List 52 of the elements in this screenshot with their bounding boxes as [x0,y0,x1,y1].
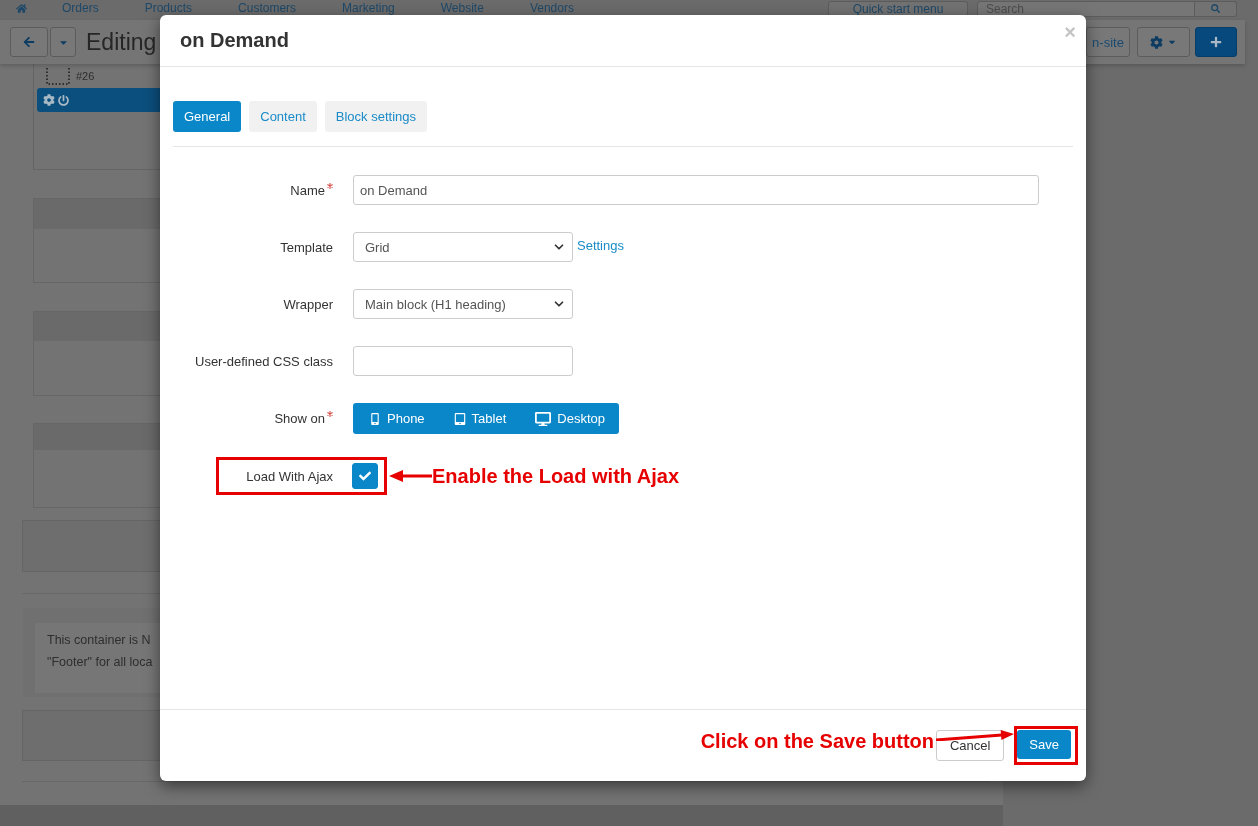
text-field[interactable]: on Demand [353,175,1039,205]
select-field[interactable]: Main block (H1 heading) [353,289,573,319]
nav-link[interactable]: Website [440,1,484,16]
page-title: Editing [86,28,157,56]
search-button[interactable] [1195,0,1237,17]
nav-link[interactable]: Products [144,1,193,16]
plus-icon [1210,36,1222,48]
home-icon[interactable] [16,3,27,14]
block-id: #26 [76,70,95,82]
save-button[interactable]: Save [1017,730,1071,759]
field-label: Show on [274,411,325,426]
settings-link[interactable]: Settings [577,238,624,253]
phone-icon [369,412,381,425]
dotted-frame-icon [46,67,70,85]
tablet-icon [453,412,466,425]
arrow-left-icon [23,36,35,48]
field-label: Wrapper [283,296,333,312]
gear-icon[interactable] [43,94,55,106]
power-icon[interactable] [58,94,69,106]
annotation-text: Click on the Save button [700,730,934,752]
dropdown-button[interactable] [50,27,76,57]
tab[interactable]: General [173,101,242,132]
dialog-title: on Demand [180,29,289,52]
back-button[interactable] [10,27,48,57]
field-label: User-defined CSS class [195,353,333,369]
field-label: Template [280,239,333,255]
tab[interactable]: Content [249,101,317,132]
field-label: Name [290,182,325,198]
search-icon [1211,4,1220,13]
nav-link[interactable]: Vendors [529,1,574,16]
text-field[interactable] [353,346,573,376]
gear-icon [1150,35,1163,49]
select-field[interactable]: Grid [353,232,573,262]
add-button[interactable] [1195,27,1237,57]
tab[interactable]: Block settings [324,101,427,132]
info-text: This container is N "Footer" for all loca [35,623,160,693]
toolbar-button[interactable]: n-site [1086,27,1130,57]
settings-dropdown-button[interactable] [1137,27,1190,57]
device-toggle[interactable]: Tablet [439,403,522,434]
quick-start-button[interactable]: Quick start menu [828,0,968,17]
checkbox[interactable] [352,463,378,489]
close-button[interactable]: × [1064,22,1076,42]
arrow-icon [389,469,432,483]
device-toggle[interactable]: Phone [353,403,440,434]
annotation-text: Enable the Load with Ajax [432,464,680,488]
field-label: Load With Ajax [246,468,333,484]
nav-link[interactable]: Orders [62,1,99,16]
desktop-icon [535,410,552,427]
check-icon [359,470,371,482]
device-toggle[interactable]: Desktop [521,403,619,434]
nav-link[interactable]: Marketing [342,1,395,16]
nav-link[interactable]: Customers [238,1,297,16]
